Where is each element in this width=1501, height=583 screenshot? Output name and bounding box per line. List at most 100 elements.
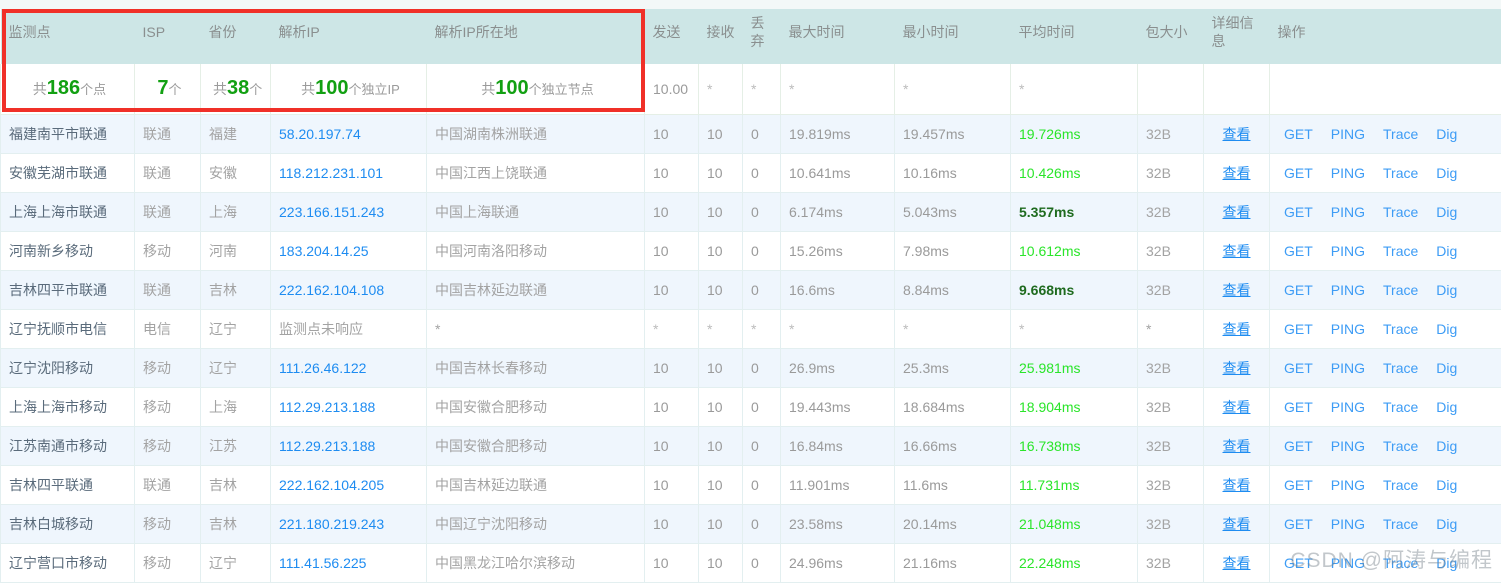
cell-detail[interactable]: 查看 (1204, 231, 1270, 270)
column-header-min[interactable]: 最小时间 (895, 0, 1011, 64)
op-link-dig[interactable]: Dig (1436, 126, 1457, 142)
op-link-dig[interactable]: Dig (1436, 165, 1457, 181)
op-link-trace[interactable]: Trace (1383, 126, 1418, 142)
op-link-get[interactable]: GET (1284, 360, 1313, 376)
view-detail-link[interactable]: 查看 (1223, 438, 1251, 454)
column-header-iploc[interactable]: 解析IP所在地 (427, 0, 645, 64)
cell-detail[interactable]: 查看 (1204, 387, 1270, 426)
op-link-dig[interactable]: Dig (1436, 282, 1457, 298)
cell-detail[interactable]: 查看 (1204, 426, 1270, 465)
column-header-send[interactable]: 发送 (645, 0, 699, 64)
op-link-get[interactable]: GET (1284, 282, 1313, 298)
op-link-get[interactable]: GET (1284, 477, 1313, 493)
cell-resolved-ip[interactable]: 183.204.14.25 (271, 231, 427, 270)
op-link-dig[interactable]: Dig (1436, 360, 1457, 376)
op-link-dig[interactable]: Dig (1436, 555, 1457, 571)
cell-resolved-ip[interactable]: 223.166.151.243 (271, 192, 427, 231)
resolved-ip-link[interactable]: 58.20.197.74 (279, 126, 361, 142)
resolved-ip-link[interactable]: 223.166.151.243 (279, 204, 384, 220)
column-header-detail[interactable]: 详细信息 (1204, 0, 1270, 64)
op-link-get[interactable]: GET (1284, 126, 1313, 142)
op-link-ping[interactable]: PING (1331, 555, 1365, 571)
cell-resolved-ip[interactable]: 118.212.231.101 (271, 153, 427, 192)
resolved-ip-link[interactable]: 222.162.104.205 (279, 477, 384, 493)
op-link-trace[interactable]: Trace (1383, 165, 1418, 181)
column-header-avg[interactable]: 平均时间 (1011, 0, 1138, 64)
view-detail-link[interactable]: 查看 (1223, 321, 1251, 337)
op-link-ping[interactable]: PING (1331, 516, 1365, 532)
op-link-ping[interactable]: PING (1331, 126, 1365, 142)
resolved-ip-link[interactable]: 112.29.213.188 (279, 438, 375, 454)
resolved-ip-link[interactable]: 222.162.104.108 (279, 282, 384, 298)
resolved-ip-link[interactable]: 111.41.56.225 (279, 555, 366, 571)
cell-resolved-ip[interactable]: 58.20.197.74 (271, 114, 427, 153)
column-header-isp[interactable]: ISP (135, 0, 201, 64)
op-link-get[interactable]: GET (1284, 399, 1313, 415)
cell-detail[interactable]: 查看 (1204, 114, 1270, 153)
op-link-trace[interactable]: Trace (1383, 204, 1418, 220)
view-detail-link[interactable]: 查看 (1223, 282, 1251, 298)
op-link-ping[interactable]: PING (1331, 399, 1365, 415)
cell-detail[interactable]: 查看 (1204, 153, 1270, 192)
op-link-dig[interactable]: Dig (1436, 204, 1457, 220)
view-detail-link[interactable]: 查看 (1223, 204, 1251, 220)
column-header-lost[interactable]: 丢弃 (743, 0, 781, 64)
op-link-trace[interactable]: Trace (1383, 477, 1418, 493)
column-header-point[interactable]: 监测点 (1, 0, 135, 64)
view-detail-link[interactable]: 查看 (1223, 399, 1251, 415)
op-link-dig[interactable]: Dig (1436, 516, 1457, 532)
op-link-trace[interactable]: Trace (1383, 438, 1418, 454)
view-detail-link[interactable]: 查看 (1223, 516, 1251, 532)
cell-resolved-ip[interactable]: 112.29.213.188 (271, 387, 427, 426)
cell-resolved-ip[interactable]: 222.162.104.205 (271, 465, 427, 504)
op-link-trace[interactable]: Trace (1383, 555, 1418, 571)
column-header-recv[interactable]: 接收 (699, 0, 743, 64)
op-link-trace[interactable]: Trace (1383, 243, 1418, 259)
view-detail-link[interactable]: 查看 (1223, 555, 1251, 571)
op-link-get[interactable]: GET (1284, 321, 1313, 337)
op-link-get[interactable]: GET (1284, 165, 1313, 181)
op-link-trace[interactable]: Trace (1383, 321, 1418, 337)
op-link-ping[interactable]: PING (1331, 204, 1365, 220)
resolved-ip-link[interactable]: 111.26.46.122 (279, 360, 366, 376)
op-link-ping[interactable]: PING (1331, 165, 1365, 181)
column-header-prov[interactable]: 省份 (201, 0, 271, 64)
resolved-ip-link[interactable]: 118.212.231.101 (279, 165, 383, 181)
cell-detail[interactable]: 查看 (1204, 465, 1270, 504)
column-header-ops[interactable]: 操作 (1270, 0, 1501, 64)
op-link-ping[interactable]: PING (1331, 477, 1365, 493)
view-detail-link[interactable]: 查看 (1223, 126, 1251, 142)
cell-detail[interactable]: 查看 (1204, 543, 1270, 582)
op-link-get[interactable]: GET (1284, 204, 1313, 220)
op-link-trace[interactable]: Trace (1383, 360, 1418, 376)
resolved-ip-link[interactable]: 221.180.219.243 (279, 516, 384, 532)
op-link-dig[interactable]: Dig (1436, 477, 1457, 493)
cell-detail[interactable]: 查看 (1204, 309, 1270, 348)
cell-detail[interactable]: 查看 (1204, 192, 1270, 231)
cell-resolved-ip[interactable]: 111.26.46.122 (271, 348, 427, 387)
cell-resolved-ip[interactable]: 112.29.213.188 (271, 426, 427, 465)
op-link-get[interactable]: GET (1284, 438, 1313, 454)
cell-detail[interactable]: 查看 (1204, 270, 1270, 309)
op-link-dig[interactable]: Dig (1436, 399, 1457, 415)
op-link-ping[interactable]: PING (1331, 438, 1365, 454)
view-detail-link[interactable]: 查看 (1223, 165, 1251, 181)
op-link-get[interactable]: GET (1284, 516, 1313, 532)
op-link-trace[interactable]: Trace (1383, 399, 1418, 415)
resolved-ip-link[interactable]: 112.29.213.188 (279, 399, 375, 415)
op-link-trace[interactable]: Trace (1383, 516, 1418, 532)
cell-detail[interactable]: 查看 (1204, 504, 1270, 543)
op-link-trace[interactable]: Trace (1383, 282, 1418, 298)
view-detail-link[interactable]: 查看 (1223, 243, 1251, 259)
op-link-dig[interactable]: Dig (1436, 321, 1457, 337)
op-link-get[interactable]: GET (1284, 555, 1313, 571)
view-detail-link[interactable]: 查看 (1223, 360, 1251, 376)
op-link-ping[interactable]: PING (1331, 282, 1365, 298)
cell-resolved-ip[interactable]: 221.180.219.243 (271, 504, 427, 543)
view-detail-link[interactable]: 查看 (1223, 477, 1251, 493)
op-link-ping[interactable]: PING (1331, 360, 1365, 376)
column-header-ip[interactable]: 解析IP (271, 0, 427, 64)
column-header-max[interactable]: 最大时间 (781, 0, 895, 64)
op-link-dig[interactable]: Dig (1436, 438, 1457, 454)
op-link-ping[interactable]: PING (1331, 321, 1365, 337)
